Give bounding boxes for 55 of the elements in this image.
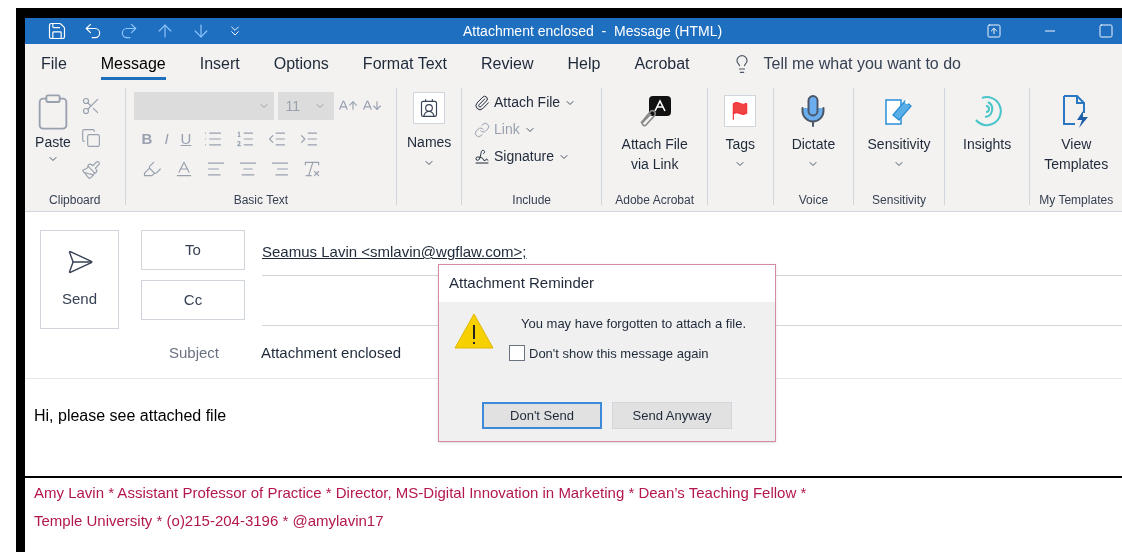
ribbon-tab[interactable]: Help	[567, 48, 601, 80]
cut-icon[interactable]	[81, 96, 101, 116]
group-label: Voice	[797, 192, 830, 209]
link-icon	[474, 121, 490, 138]
tell-me-search[interactable]: Tell me what you want to do	[731, 52, 961, 76]
group-label: Basic Text	[232, 192, 290, 209]
save-icon[interactable]	[47, 21, 67, 41]
flag-icon	[724, 95, 757, 127]
group-label: Include	[511, 192, 553, 209]
dialog-button[interactable]: Don't Send	[482, 402, 602, 429]
format-painter-icon[interactable]	[81, 160, 101, 180]
group-label: My Templates	[1038, 192, 1115, 209]
group-label: Adobe Acrobat	[614, 192, 695, 209]
window-title: Attachment enclosed - Message (HTML)	[463, 21, 723, 41]
ribbon-button[interactable]: Dictate	[791, 92, 836, 191]
include-button[interactable]: Attach File	[474, 92, 602, 113]
warning-icon	[453, 312, 495, 350]
ribbon-button[interactable]: Attach File via Link	[614, 92, 695, 191]
send-button[interactable]: Send	[40, 230, 119, 329]
ribbon-button[interactable]: Tags	[724, 92, 757, 191]
dialog-message: You may have forgotten to attach a file.	[521, 315, 746, 333]
group-label: Clipboard	[48, 192, 102, 209]
undo-icon[interactable]	[83, 21, 103, 41]
cc-button[interactable]: Cc	[141, 280, 245, 320]
ribbon-tab[interactable]: Message	[100, 48, 166, 80]
subject-field[interactable]: Attachment enclosed	[261, 342, 402, 365]
group-label: Sensitivity	[871, 192, 928, 209]
paste-button[interactable]: Paste	[33, 92, 73, 165]
dialog-button[interactable]: Send Anyway	[612, 402, 732, 429]
ribbon-tab[interactable]: Insert	[199, 48, 240, 80]
dialog-title: Attachment Reminder	[449, 273, 595, 294]
ribbon-tab[interactable]: Review	[481, 48, 534, 80]
redo-icon[interactable]	[119, 21, 139, 41]
ribbon-tab[interactable]: Format Text	[362, 48, 448, 80]
maximize-icon[interactable]	[1098, 23, 1114, 39]
ribbon-button[interactable]: Sensitivity	[867, 92, 931, 191]
paperclip-icon	[474, 94, 490, 111]
include-button[interactable]: Signature	[474, 146, 602, 167]
ribbon-tab[interactable]: File	[41, 48, 67, 80]
ribbon-tab[interactable]: Options	[273, 48, 329, 80]
subject-label: Subject	[167, 343, 220, 364]
signature-line: Amy Lavin * Assistant Professor of Practice * Director, MS-Digital Innovation in Marketing * Dean’s Teaching Fellow *	[34, 483, 808, 503]
signature-line: Temple University * (o)215-204-3196 * @amylavin17	[34, 510, 385, 531]
font-name-field[interactable]	[133, 92, 274, 120]
ribbon-button[interactable]: Insights	[963, 92, 1012, 191]
dont-show-checkbox[interactable]: Don't show this message again	[509, 343, 746, 363]
ribbon-display-icon[interactable]	[986, 23, 1002, 39]
to-button[interactable]: To	[141, 230, 245, 270]
signature-icon	[474, 148, 490, 165]
message-body[interactable]: Hi, please see attached file	[34, 404, 227, 428]
names-button[interactable]: Names	[407, 92, 452, 169]
copy-icon[interactable]	[81, 128, 101, 148]
ribbon-tab[interactable]: Acrobat	[634, 48, 690, 80]
address-book-icon	[413, 92, 446, 124]
ribbon-button[interactable]: View Templates	[1036, 92, 1117, 191]
